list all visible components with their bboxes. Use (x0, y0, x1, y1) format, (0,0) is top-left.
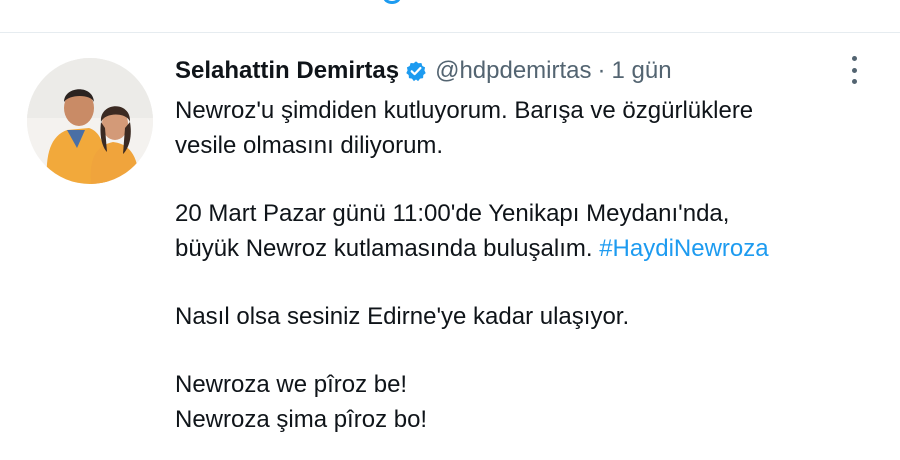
verified-badge-icon (405, 60, 427, 82)
timestamp[interactable]: 1 gün (612, 57, 672, 85)
avatar[interactable] (27, 58, 153, 184)
tweet-line: Nasıl olsa sesiniz Edirne'ye kadar ulaşı… (175, 303, 630, 330)
handle[interactable]: @hdpdemirtas (435, 57, 591, 85)
tweet[interactable]: Selahattin Demirtaş @hdpdemirtas · 1 gün… (0, 0, 900, 433)
display-name[interactable]: Selahattin Demirtaş (175, 57, 399, 85)
hashtag-link[interactable]: #HaydiNewroza (599, 235, 768, 262)
tweet-line: Newroz'u şimdiden kutluyorum. Barışa ve … (175, 97, 754, 124)
tweet-line: Newroza şima pîroz bo! (175, 406, 428, 433)
more-dot (851, 56, 857, 61)
tweet-line-text: büyük Newroz kutlamasında buluşalım. (175, 235, 600, 262)
more-vertical-icon[interactable] (843, 53, 865, 87)
tweet-line: Newroza we pîroz be! (175, 371, 408, 398)
tweet-header: Selahattin Demirtaş @hdpdemirtas · 1 gün (175, 55, 672, 87)
more-dot (851, 67, 857, 73)
avatar-photo (27, 58, 153, 184)
more-dot (851, 79, 857, 84)
tweet-line: 20 Mart Pazar günü 11:00'de Yenikapı Mey… (175, 200, 730, 227)
tweet-text: Newroz'u şimdiden kutluyorum. Barışa ve … (175, 93, 875, 437)
separator: · (597, 57, 606, 84)
tweet-line: büyük Newroz kutlamasında buluşalım. #Ha… (175, 231, 875, 266)
tweet-line: vesile olmasını diliyorum. (175, 132, 444, 159)
